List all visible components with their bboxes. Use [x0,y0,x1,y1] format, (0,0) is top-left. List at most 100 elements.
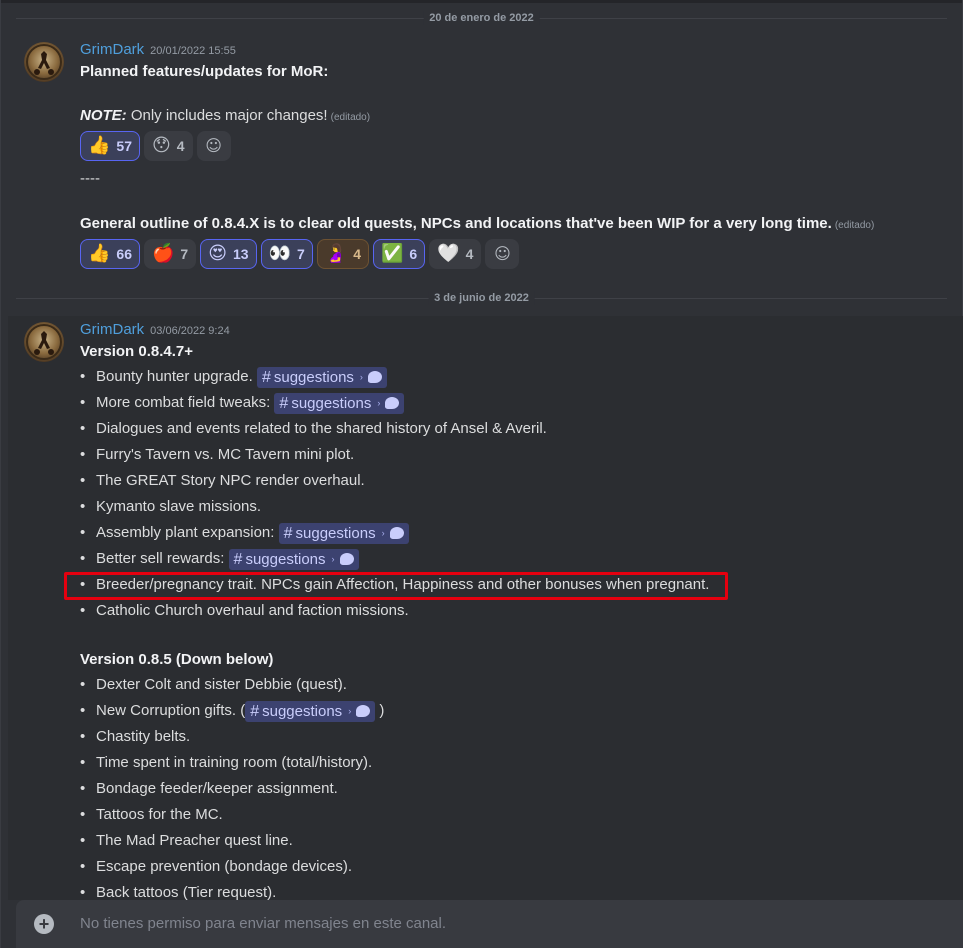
composer-placeholder: No tienes permiso para enviar mensajes e… [80,915,447,932]
date-divider-label: 20 de enero de 2022 [423,11,540,25]
reaction-emoji-icon: 🤍 [437,243,460,264]
reaction-emoji-icon: 🍎 [152,243,175,264]
highlight-box [64,572,728,600]
date-divider-label: 3 de junio de 2022 [428,291,535,305]
reaction-count: 4 [176,138,185,154]
reaction-emoji-icon: 👀 [268,243,291,264]
reaction-button[interactable]: 🍎 7 [144,239,197,269]
list-item-text: Tattoos for the MC. [96,806,223,823]
edited-label: (editado) [834,220,875,231]
channel-name[interactable]: suggestions [262,701,342,722]
list-item: Time spent in training room (total/histo… [80,750,384,776]
list-item-text: More combat field tweaks: [96,394,275,411]
date-divider: 20 de enero de 2022 [16,11,947,25]
reaction-count: 57 [116,138,132,154]
reaction-button[interactable]: 👀 7 [260,239,313,269]
list-item: Escape prevention (bondage devices). [80,854,384,880]
channel-link-suggestions[interactable]: # suggestions › [245,700,376,722]
smiley-icon: ☺ [205,136,222,155]
add-reaction-button[interactable]: ☺ [196,131,231,161]
chevron-right-icon: › [381,527,385,538]
note-text: Only includes major changes! [126,107,328,124]
chevron-right-icon: › [331,553,335,564]
list-item: Assembly plant expansion: #suggestions › [80,520,709,546]
version-title: Version 0.8.4.7+ [80,343,193,360]
channel-name[interactable]: suggestions [296,523,376,544]
message-1: GrimDark 20/01/2022 15:55 Planned feature… [0,36,963,286]
reaction-button[interactable]: ✅ 6 [373,239,426,269]
hash-icon: # [261,368,271,386]
avatar-figure-icon [26,44,62,80]
list-item: More combat field tweaks: #suggestions › [80,390,709,416]
list-item: New Corruption gifts. (#suggestions › ) [80,698,384,724]
reaction-button[interactable]: 😯 4 [144,131,193,161]
channel-name[interactable]: suggestions [245,549,325,570]
list-item-text: Escape prevention (bondage devices). [96,858,352,875]
list-item-text: Bondage feeder/keeper assignment. [96,780,338,797]
version-list-2: Dexter Colt and sister Debbie (quest). Ne… [80,672,384,906]
list-item-text: The GREAT Story NPC render overhaul. [96,472,365,489]
add-reaction-button[interactable]: ☺ [485,239,520,269]
avatar[interactable] [24,322,64,362]
author-name[interactable]: GrimDark 03/06/2022 9:24 [80,321,230,338]
note-label: NOTE: [80,107,127,124]
channel-link-suggestions[interactable]: # suggestions › [274,392,405,414]
list-item-text: Assembly plant expansion: [96,524,279,541]
reaction-button[interactable]: 👍 66 [80,239,140,269]
message-2: GrimDark 03/06/2022 9:24 Version 0.8.4.7+… [8,316,963,906]
timestamp: 03/06/2022 9:24 [150,325,230,337]
reaction-emoji-icon: 😯 [152,135,171,156]
thread-bubble-icon [367,371,382,384]
list-item-text: Furry's Tavern vs. MC Tavern mini plot. [96,446,355,463]
reaction-emoji-icon: 🤰 [324,243,348,264]
reactions-row-1: 👍 57 😯 4 ☺ [80,131,231,161]
list-item: Bondage feeder/keeper assignment. [80,776,384,802]
list-item-text: Dexter Colt and sister Debbie (quest). [96,676,347,693]
thread-bubble-icon [385,397,400,410]
reaction-count: 13 [232,246,249,262]
message-title: Planned features/updates for MoR: [80,63,329,80]
note-line: NOTE: Only includes major changes! (edita… [80,107,370,124]
channel-name[interactable]: suggestions [274,367,354,388]
message-composer[interactable]: + No tienes permiso para enviar mensajes… [16,900,963,948]
close-paren: ) [375,702,385,719]
add-attachment-icon[interactable]: + [34,914,54,934]
smiley-icon: ☺ [494,244,511,263]
avatar-figure-icon [26,324,62,360]
reaction-emoji-icon: 😍 [208,243,227,264]
author-name[interactable]: GrimDark 20/01/2022 15:55 [80,41,236,58]
hash-icon: # [283,524,293,542]
list-item-text: Dialogues and events related to the shar… [96,420,547,437]
thread-bubble-icon [389,527,404,540]
reaction-count: 7 [296,246,305,262]
reaction-emoji-icon: ✅ [381,243,404,264]
list-item: Dialogues and events related to the shar… [80,416,709,442]
reaction-button[interactable]: 🤰 4 [316,239,369,269]
thread-bubble-icon [356,705,371,718]
reaction-count: 7 [180,246,189,262]
list-item-text: Bounty hunter upgrade. [96,368,257,385]
list-item: Tattoos for the MC. [80,802,384,828]
channel-link-suggestions[interactable]: # suggestions › [278,522,409,544]
channel-link-suggestions[interactable]: # suggestions › [256,366,387,388]
hash-icon: # [279,394,289,412]
reaction-button[interactable]: 👍 57 [80,131,140,161]
channel-name[interactable]: suggestions [291,393,371,414]
list-item-text: Better sell rewards: [96,550,229,567]
list-item: The GREAT Story NPC render overhaul. [80,468,709,494]
date-divider: 3 de junio de 2022 [16,291,947,305]
reactions-row-2: 👍 66 🍎 7 😍 13 👀 7 🤰 4 ✅ 6 🤍 4 ☺ [80,239,520,269]
author-name-text[interactable]: GrimDark [80,321,144,338]
avatar[interactable] [24,42,64,82]
list-item: Kymanto slave missions. [80,494,709,520]
reaction-count: 4 [465,246,474,262]
reaction-button[interactable]: 🤍 4 [429,239,482,269]
reaction-count: 4 [353,246,361,262]
thread-bubble-icon [339,553,354,566]
author-name-text[interactable]: GrimDark [80,41,144,58]
list-item: Catholic Church overhaul and faction mis… [80,598,709,624]
list-item: Chastity belts. [80,724,384,750]
reaction-button[interactable]: 😍 13 [200,239,257,269]
channel-link-suggestions[interactable]: # suggestions › [228,548,359,570]
list-item-text: New Corruption gifts. ( [96,702,246,719]
